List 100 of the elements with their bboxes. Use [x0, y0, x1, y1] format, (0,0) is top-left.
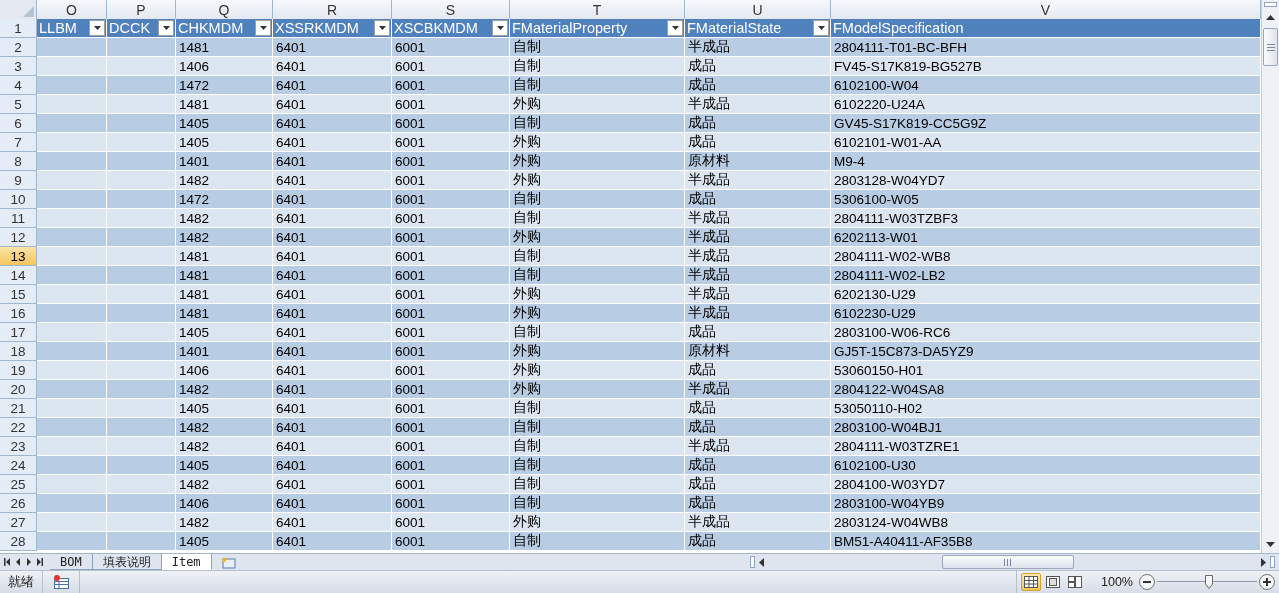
table-cell: 6001: [392, 171, 510, 190]
table-cell: 外购: [510, 95, 685, 114]
table-cell: 1405: [176, 133, 273, 152]
table-header: DCCK: [107, 19, 176, 38]
table-cell: [107, 399, 176, 418]
last-sheet-button[interactable]: [37, 558, 44, 566]
table-cell: 2803100-W06-RC6: [831, 323, 1261, 342]
scroll-thumb[interactable]: [942, 555, 1074, 569]
row-header[interactable]: 4: [0, 76, 37, 95]
page-break-view-button[interactable]: [1065, 573, 1085, 591]
filter-button[interactable]: [667, 20, 683, 36]
row-header[interactable]: 12: [0, 228, 37, 247]
split-box[interactable]: [1264, 2, 1277, 7]
row-header[interactable]: 17: [0, 323, 37, 342]
filter-button[interactable]: [492, 20, 508, 36]
column-header[interactable]: R: [273, 0, 392, 20]
filter-button[interactable]: [89, 20, 105, 36]
split-handle[interactable]: [750, 556, 755, 568]
sheet-tab[interactable]: 填表说明: [92, 554, 162, 570]
row-header[interactable]: 25: [0, 475, 37, 494]
table-cell: 6102230-U29: [831, 304, 1261, 323]
table-cell: [37, 399, 107, 418]
column-header[interactable]: V: [831, 0, 1261, 20]
plus-icon: [1259, 574, 1275, 590]
first-sheet-button[interactable]: [4, 558, 11, 566]
table-cell: 6401: [273, 228, 392, 247]
row-header[interactable]: 28: [0, 532, 37, 551]
column-header[interactable]: Q: [176, 0, 273, 20]
table-cell: [37, 456, 107, 475]
row-header[interactable]: 23: [0, 437, 37, 456]
scroll-right-button[interactable]: [1261, 557, 1266, 567]
row-header[interactable]: 22: [0, 418, 37, 437]
row-header[interactable]: 18: [0, 342, 37, 361]
table-cell: 6401: [273, 38, 392, 57]
row-header[interactable]: 24: [0, 456, 37, 475]
table-cell: 6102101-W01-AA: [831, 133, 1261, 152]
row-header[interactable]: 8: [0, 152, 37, 171]
table-cell: 成品: [685, 494, 831, 513]
row-header[interactable]: 27: [0, 513, 37, 532]
column-header[interactable]: P: [107, 0, 176, 20]
caret-icon: [378, 26, 386, 30]
row-header[interactable]: 10: [0, 190, 37, 209]
table-cell: 1482: [176, 228, 273, 247]
table-cell: 6401: [273, 513, 392, 532]
table-cell: [107, 57, 176, 76]
macro-record-icon[interactable]: [53, 575, 69, 589]
row-header[interactable]: 9: [0, 171, 37, 190]
scroll-thumb[interactable]: [1263, 28, 1278, 66]
column-header[interactable]: S: [392, 0, 510, 20]
filter-button[interactable]: [813, 20, 829, 36]
table-cell: [107, 171, 176, 190]
row-header[interactable]: 16: [0, 304, 37, 323]
normal-view-button[interactable]: [1021, 573, 1041, 591]
caret-icon: [93, 26, 101, 30]
scroll-left-button[interactable]: [759, 557, 764, 567]
row-header[interactable]: 11: [0, 209, 37, 228]
table-cell: 6401: [273, 190, 392, 209]
page-layout-view-button[interactable]: [1043, 573, 1063, 591]
row-header[interactable]: 6: [0, 114, 37, 133]
table-cell: 6401: [273, 304, 392, 323]
row-header[interactable]: 3: [0, 57, 37, 76]
row-header[interactable]: 21: [0, 399, 37, 418]
column-header[interactable]: U: [685, 0, 831, 20]
column-header[interactable]: T: [510, 0, 685, 20]
table-cell: [37, 475, 107, 494]
table-cell: 2804111-W03TZBF3: [831, 209, 1261, 228]
table-cell: 6102100-W04: [831, 76, 1261, 95]
row-header[interactable]: 19: [0, 361, 37, 380]
table-cell: 自制: [510, 494, 685, 513]
slider-thumb[interactable]: [1205, 575, 1213, 589]
table-cell: 1482: [176, 418, 273, 437]
sheet-tab[interactable]: Item: [161, 554, 212, 570]
row-header[interactable]: 26: [0, 494, 37, 513]
split-handle[interactable]: [1270, 556, 1275, 568]
row-header[interactable]: 15: [0, 285, 37, 304]
table-cell: 成品: [685, 57, 831, 76]
zoom-slider[interactable]: [1157, 575, 1257, 589]
next-sheet-button[interactable]: [26, 558, 33, 566]
row-header[interactable]: 20: [0, 380, 37, 399]
table-cell: 6401: [273, 76, 392, 95]
filter-button[interactable]: [158, 20, 174, 36]
previous-sheet-button[interactable]: [15, 558, 22, 566]
sheet-tab[interactable]: BOM: [50, 554, 93, 570]
filter-button[interactable]: [255, 20, 271, 36]
table-cell: 6102220-U24A: [831, 95, 1261, 114]
table-cell: 6401: [273, 209, 392, 228]
zoom-in-button[interactable]: [1259, 574, 1275, 590]
table-cell: 6001: [392, 513, 510, 532]
row-header[interactable]: 2: [0, 38, 37, 57]
grip-icon: [1004, 558, 1012, 566]
column-header[interactable]: O: [37, 0, 107, 20]
row-header[interactable]: 14: [0, 266, 37, 285]
row-header[interactable]: 13: [0, 247, 37, 266]
row-header[interactable]: 5: [0, 95, 37, 114]
zoom-out-button[interactable]: [1139, 574, 1155, 590]
row-header[interactable]: 7: [0, 133, 37, 152]
table-cell: 2804111-T01-BC-BFH: [831, 38, 1261, 57]
row-header[interactable]: 1: [0, 19, 37, 38]
filter-button[interactable]: [374, 20, 390, 36]
table-cell: 自制: [510, 475, 685, 494]
